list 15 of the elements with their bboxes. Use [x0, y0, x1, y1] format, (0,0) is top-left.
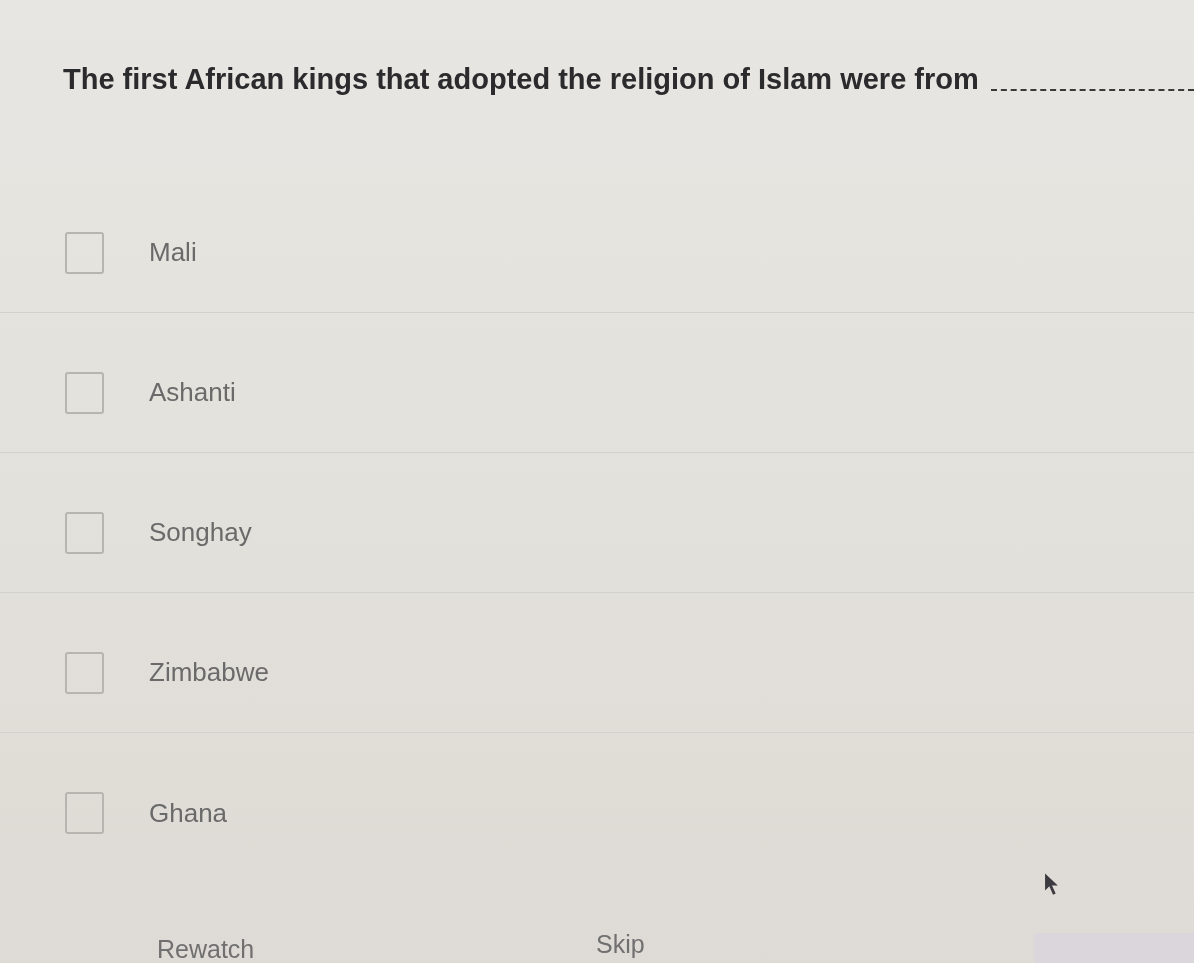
fill-in-line[interactable] [990, 89, 1194, 91]
checkbox[interactable] [65, 651, 104, 694]
question-text: The first African kings that adopted the religion of Islam were from [63, 62, 979, 96]
option-label[interactable]: Songhay [149, 517, 252, 548]
skip-button[interactable]: Skip [596, 930, 645, 958]
checkbox[interactable] [65, 511, 104, 554]
rewatch-button[interactable]: Rewatch [157, 935, 255, 963]
option-label[interactable]: Ashanti [149, 377, 236, 408]
checkbox[interactable] [65, 792, 104, 834]
checkbox[interactable] [65, 231, 104, 274]
checkbox[interactable] [65, 371, 104, 414]
cursor-icon [1044, 872, 1061, 896]
option-label[interactable]: Mali [149, 237, 197, 268]
option-label[interactable]: Zimbabwe [149, 657, 269, 688]
option-label[interactable]: Ghana [149, 797, 228, 829]
